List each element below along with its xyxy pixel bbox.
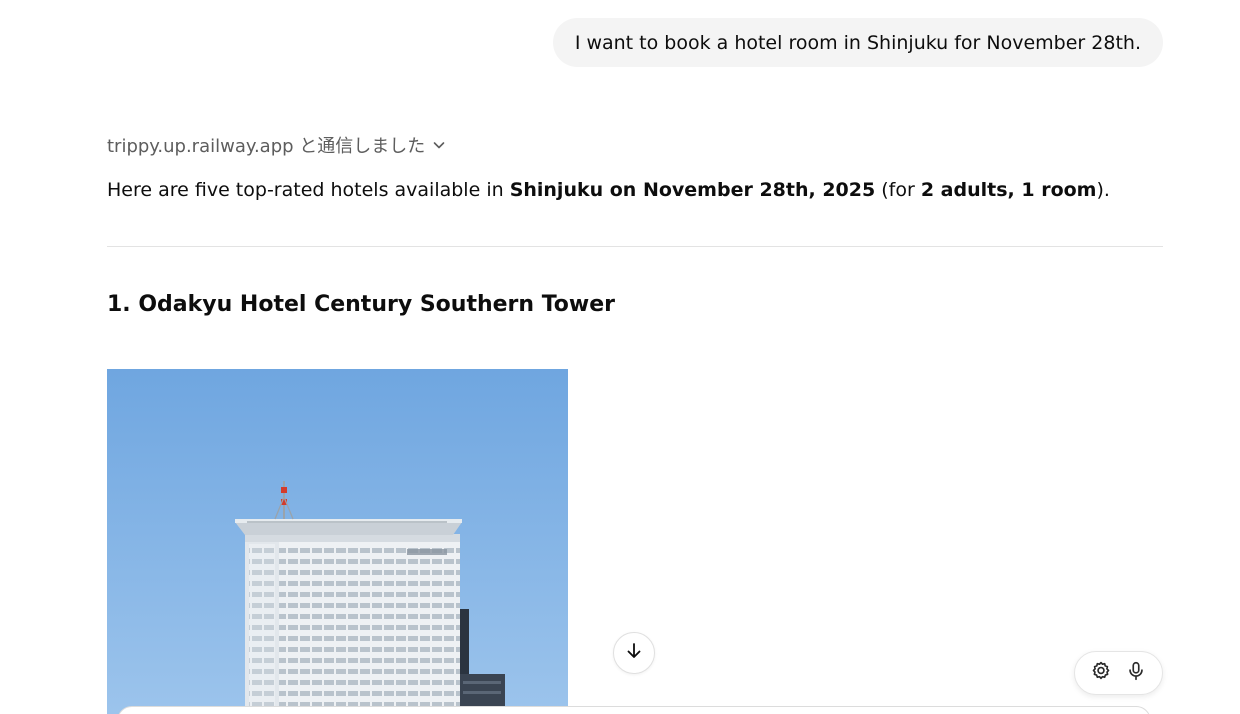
scroll-down-button[interactable] [613,632,655,674]
voice-input-button[interactable] [1121,658,1151,688]
gear-icon [1090,660,1112,686]
tool-call-label: trippy.up.railway.app と通信しました [107,136,426,157]
chat-page: I want to book a hotel room in Shinjuku … [0,0,1240,714]
intro-prefix: Here are five top-rated hotels available… [107,179,510,201]
assistant-intro: Here are five top-rated hotels available… [107,176,1167,204]
settings-button[interactable] [1086,658,1116,688]
intro-suffix: ). [1096,179,1110,201]
user-message-bubble: I want to book a hotel room in Shinjuku … [552,18,1163,67]
intro-guests: 2 adults, 1 room [920,179,1097,201]
section-divider [107,246,1163,247]
user-message-text: I want to book a hotel room in Shinjuku … [574,31,1141,54]
tool-call-disclosure[interactable]: trippy.up.railway.app と通信しました [107,132,447,158]
floating-action-pill [1074,651,1163,695]
intro-location-date: Shinjuku on November 28th, 2025 [509,179,876,201]
arrow-down-icon [624,641,644,665]
message-composer[interactable] [117,706,1151,714]
intro-mid: (for [875,179,921,201]
chevron-down-icon [431,137,447,153]
hotel-title: 1. Odakyu Hotel Century Southern Tower [107,292,616,317]
hotel-photo[interactable] [107,369,568,714]
microphone-icon [1125,660,1147,686]
